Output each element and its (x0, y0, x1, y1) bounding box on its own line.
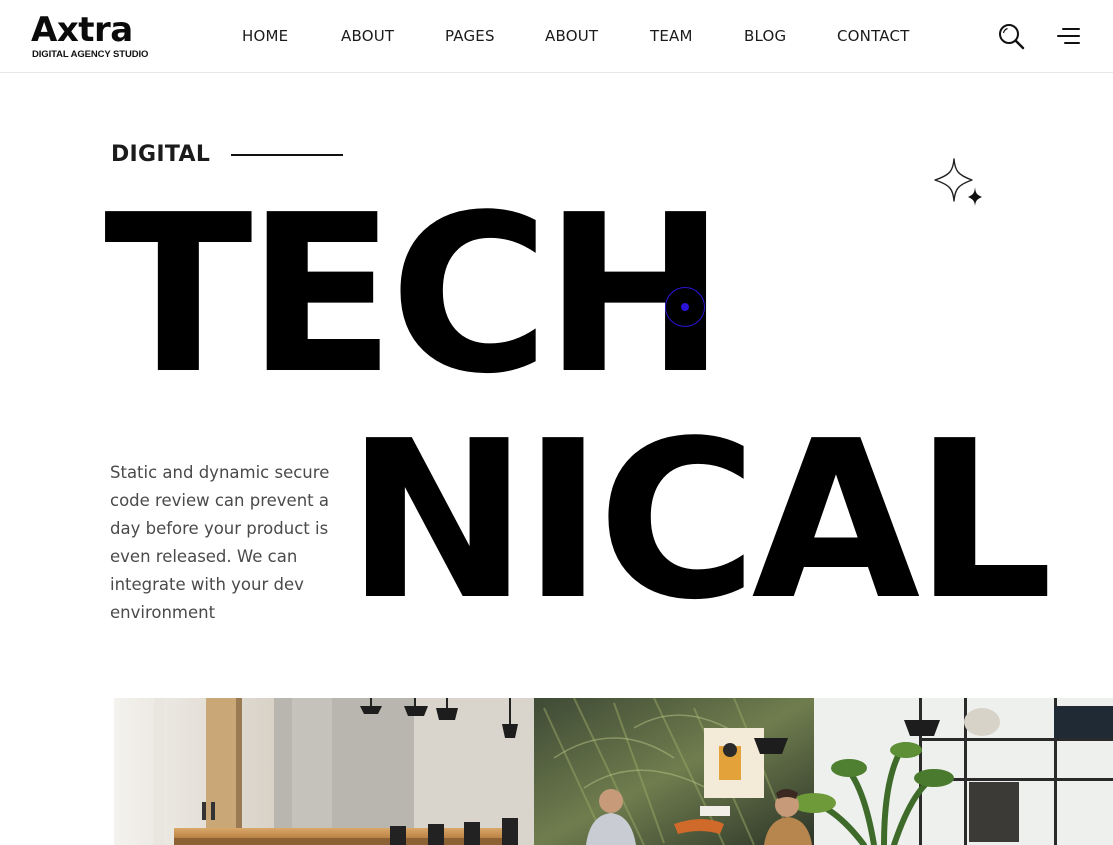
hero-headline-top: TECH (104, 169, 726, 422)
logo-wordmark: Axtra (31, 10, 133, 50)
nav-home[interactable]: HOME (242, 26, 341, 46)
logo-tagline: DIGITAL AGENCY STUDIO (32, 49, 149, 60)
sparkle-icon (934, 158, 982, 206)
search-icon (999, 24, 1025, 50)
menu-icon (1057, 28, 1080, 44)
hero-eyebrow: DIGITAL (111, 142, 211, 167)
nav-pages[interactable]: PAGES (445, 26, 545, 46)
nav-about-2[interactable]: ABOUT (545, 26, 650, 46)
menu-button[interactable] (1056, 25, 1081, 47)
nav-contact[interactable]: CONTACT (837, 26, 910, 46)
search-button[interactable] (997, 22, 1027, 52)
nav-blog[interactable]: BLOG (744, 26, 837, 46)
office-photo (114, 698, 1113, 845)
cursor-follower (665, 287, 705, 327)
site-header: Axtra DIGITAL AGENCY STUDIO HOME ABOUT P… (0, 0, 1113, 73)
main-nav: HOME ABOUT PAGES ABOUT TEAM BLOG CONTACT (242, 26, 910, 46)
hero-headline-bottom: NICAL (346, 395, 1053, 648)
nav-team[interactable]: TEAM (650, 26, 744, 46)
hero-description: Static and dynamic secure code review ca… (110, 463, 330, 622)
site-logo[interactable]: Axtra DIGITAL AGENCY STUDIO (31, 13, 156, 61)
eyebrow-divider (231, 154, 343, 156)
nav-about[interactable]: ABOUT (341, 26, 445, 46)
